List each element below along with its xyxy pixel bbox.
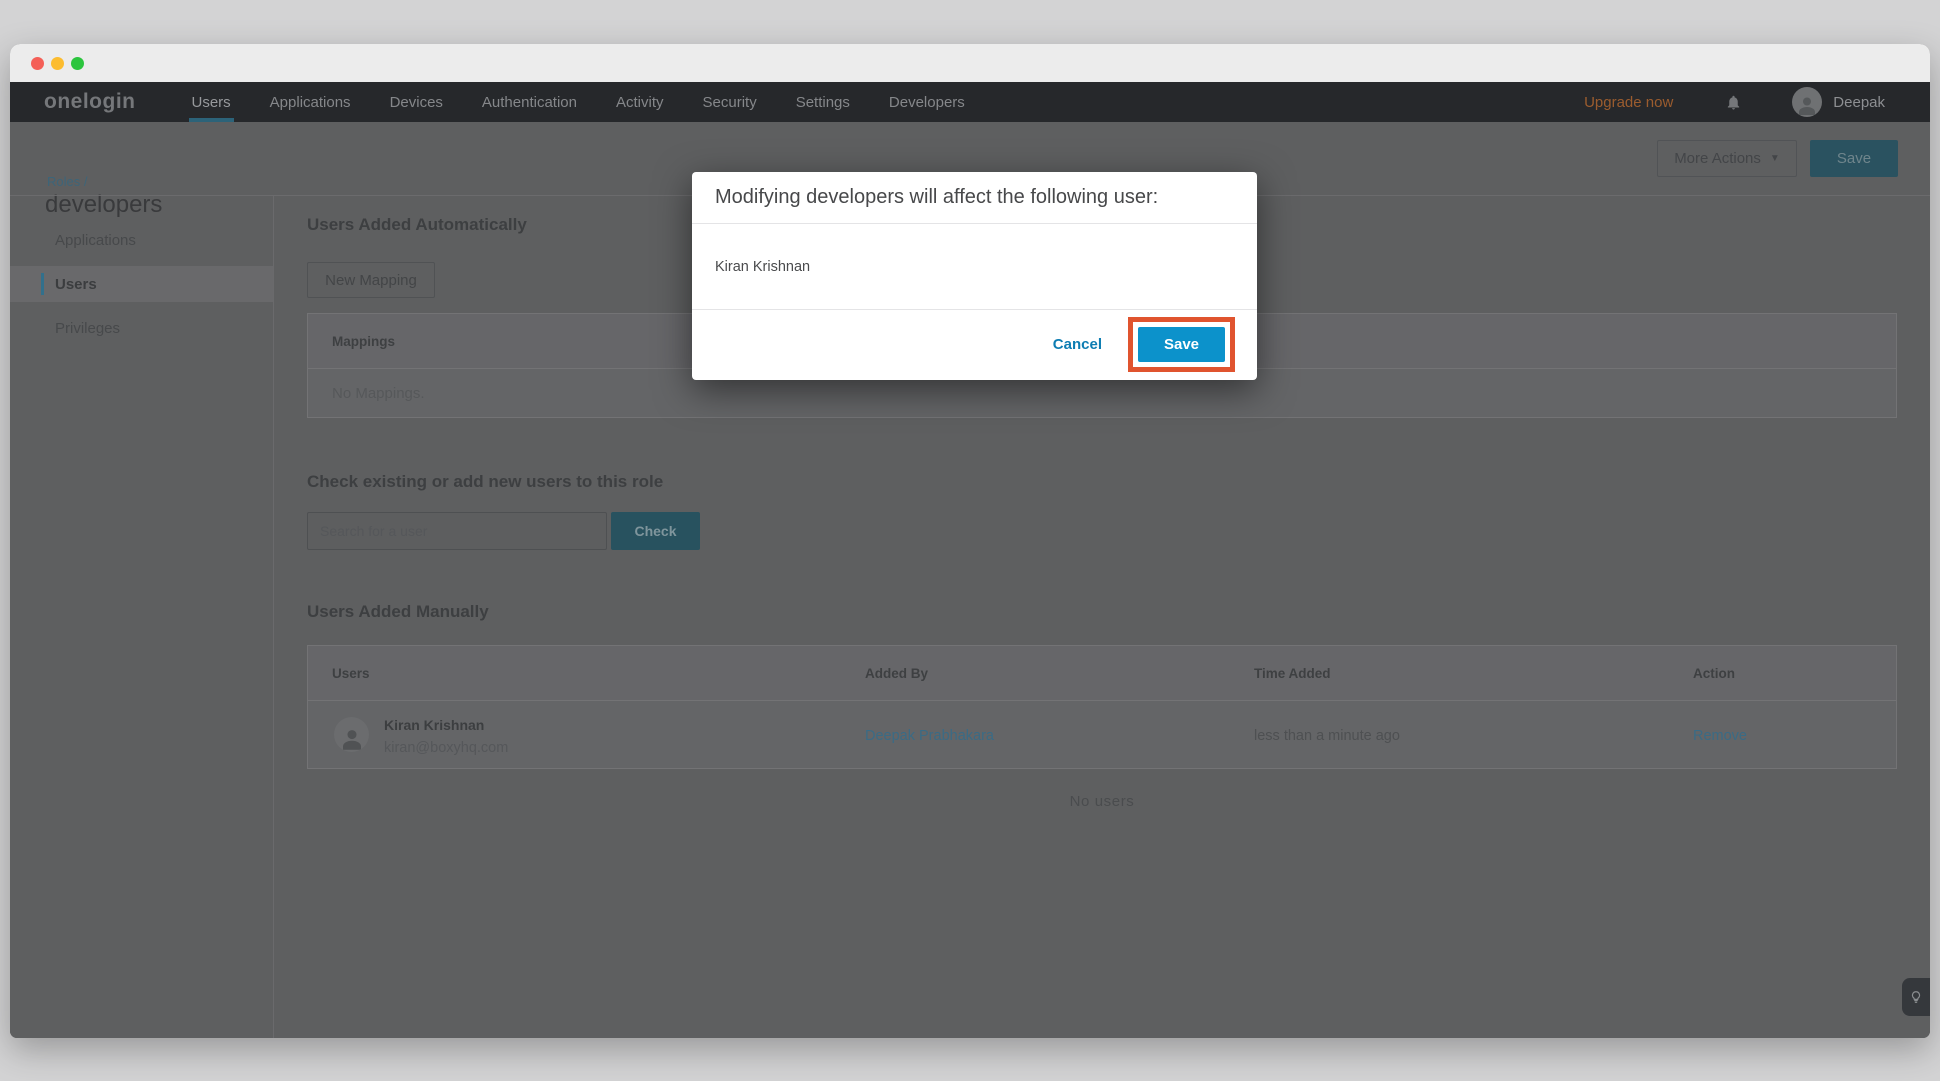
nav-tab-settings[interactable]: Settings [796,82,850,122]
nav-tabs: Users Applications Devices Authenticatio… [192,82,1004,122]
save-highlight-annotation: Save [1128,317,1235,372]
minimize-window-icon[interactable] [51,57,64,70]
modal-footer: Cancel Save [692,310,1257,379]
affected-user-name: Kiran Krishnan [715,259,810,275]
column-action: Action [1693,666,1735,681]
no-mappings-text: No Mappings. [332,385,425,402]
row-remove-link[interactable]: Remove [1693,728,1747,744]
row-time-added: less than a minute ago [1254,728,1400,744]
chevron-down-icon: ▼ [1770,153,1780,164]
section-title-check: Check existing or add new users to this … [307,472,663,492]
top-navbar: onelogin Users Applications Devices Auth… [10,82,1930,122]
sidebar-item-privileges[interactable]: Privileges [10,310,273,346]
manual-table-header: Users Added By Time Added Action [308,646,1896,701]
row-added-by-link[interactable]: Deepak Prabhakara [865,728,994,744]
zoom-window-icon[interactable] [71,57,84,70]
user-avatar[interactable] [1792,87,1822,117]
nav-tab-developers[interactable]: Developers [889,82,965,122]
column-users: Users [332,666,370,681]
more-actions-button[interactable]: More Actions ▼ [1657,140,1797,177]
onelogin-logo: onelogin [44,90,136,114]
browser-window: onelogin Users Applications Devices Auth… [10,44,1930,1038]
cancel-button[interactable]: Cancel [1053,336,1102,353]
navbar-right: Upgrade now Deepak [1584,87,1885,117]
sidebar: Applications Users Privileges [10,196,274,1038]
notifications-bell-icon[interactable] [1725,94,1742,111]
manual-users-table: Users Added By Time Added Action Kiran K… [307,645,1897,769]
mappings-column-header: Mappings [332,334,395,349]
modal-title: Modifying developers will affect the fol… [715,186,1158,209]
search-user-input[interactable] [307,512,607,550]
close-window-icon[interactable] [31,57,44,70]
check-button[interactable]: Check [611,512,700,550]
lightbulb-icon [1909,990,1923,1004]
new-mapping-button[interactable]: New Mapping [307,262,435,298]
modal-header: Modifying developers will affect the fol… [692,172,1257,224]
browser-titlebar [10,44,1930,82]
row-user-avatar [334,717,369,752]
nav-tab-devices[interactable]: Devices [390,82,443,122]
section-title-auto: Users Added Automatically [307,215,527,235]
row-user-name: Kiran Krishnan [384,717,484,733]
nav-tab-users[interactable]: Users [192,82,231,122]
breadcrumb[interactable]: Roles / [47,174,87,189]
nav-tab-applications[interactable]: Applications [270,82,351,122]
save-role-button[interactable]: Save [1810,140,1898,177]
modal-body: Kiran Krishnan [692,224,1257,310]
nav-tab-security[interactable]: Security [703,82,757,122]
modal-save-button[interactable]: Save [1138,327,1225,362]
no-users-text: No users [307,793,1897,810]
nav-tab-activity[interactable]: Activity [616,82,664,122]
column-time-added: Time Added [1254,666,1331,681]
more-actions-label: More Actions [1674,150,1761,167]
lightbulb-help-button[interactable] [1902,978,1930,1016]
sidebar-item-applications[interactable]: Applications [10,222,273,258]
section-title-manual: Users Added Manually [307,602,489,622]
nav-tab-authentication[interactable]: Authentication [482,82,577,122]
upgrade-now-link[interactable]: Upgrade now [1584,94,1673,111]
confirm-modal: Modifying developers will affect the fol… [692,172,1257,380]
sidebar-item-users[interactable]: Users [10,266,273,302]
column-added-by: Added By [865,666,928,681]
row-user-email: kiran@boxyhq.com [384,740,508,756]
user-name[interactable]: Deepak [1833,94,1885,111]
table-row: Kiran Krishnan kiran@boxyhq.com Deepak P… [308,701,1896,769]
